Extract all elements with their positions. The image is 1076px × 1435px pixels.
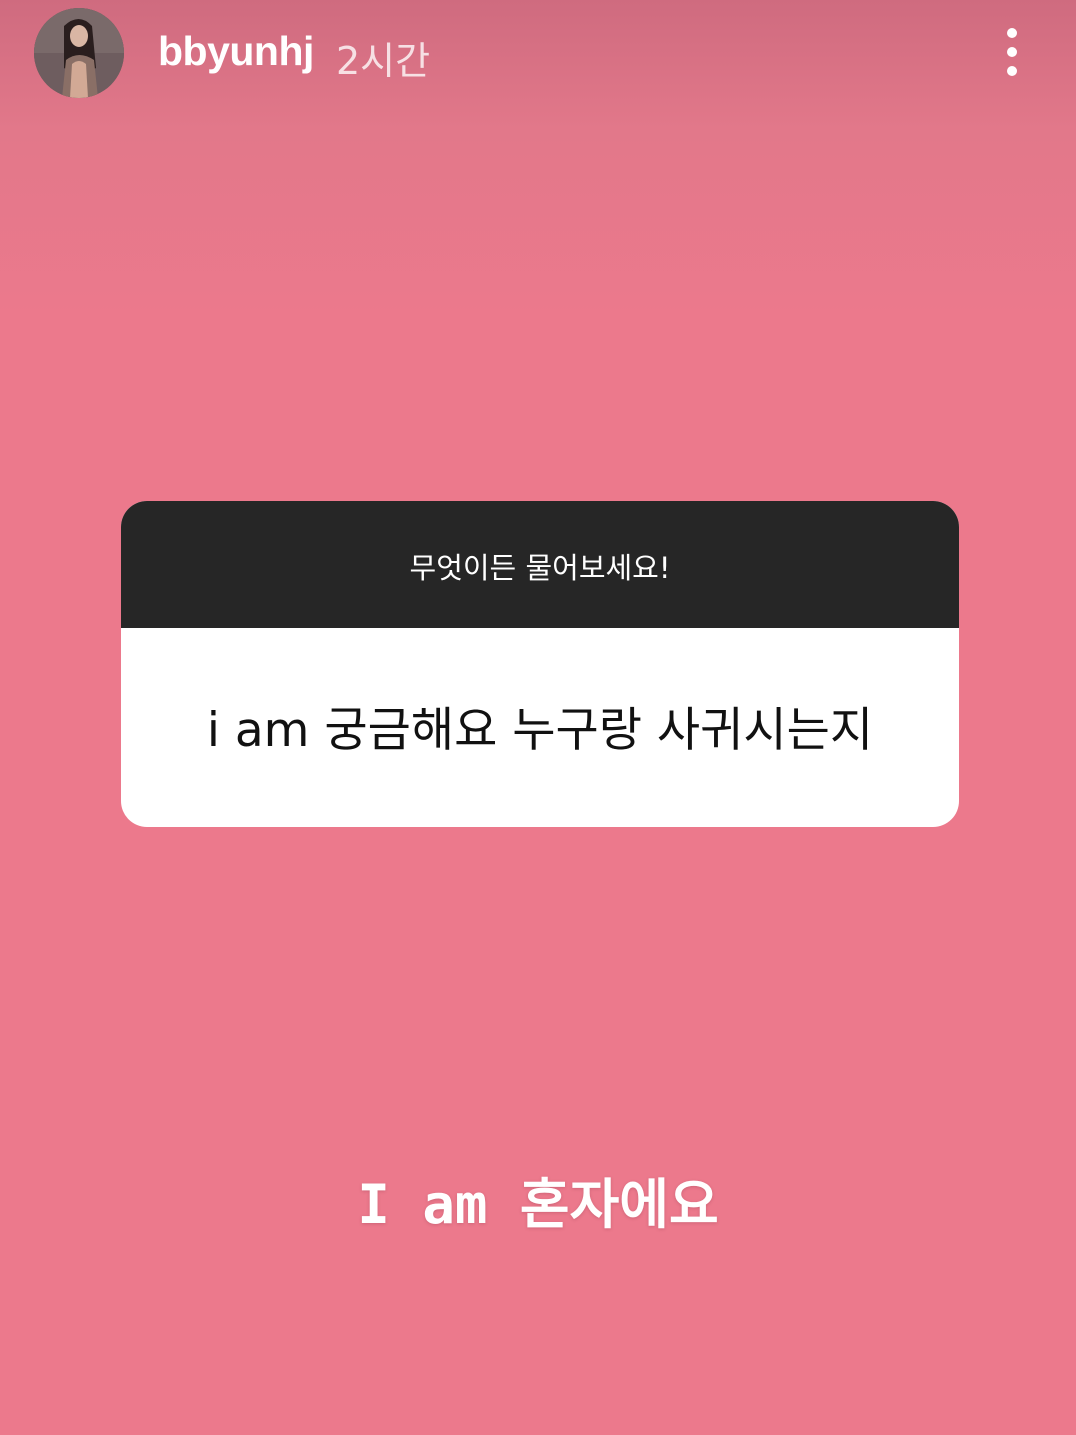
more-options-button[interactable] — [990, 22, 1034, 82]
question-sticker[interactable]: 무엇이든 물어보세요! i am 궁금해요 누구랑 사귀시는지 — [121, 501, 959, 827]
avatar-image — [34, 8, 124, 98]
question-sticker-prompt: 무엇이든 물어보세요! — [409, 550, 671, 585]
more-vertical-icon — [1007, 66, 1017, 76]
more-vertical-icon — [1007, 28, 1017, 38]
question-sticker-body: i am 궁금해요 누구랑 사귀시는지 — [121, 628, 959, 827]
story-timestamp: 2시간 — [336, 39, 431, 83]
story-header: bbyunhj 2시간 — [0, 0, 1076, 110]
more-vertical-icon — [1007, 47, 1017, 57]
story-username[interactable]: bbyunhj — [158, 28, 314, 75]
question-sticker-header: 무엇이든 물어보세요! — [121, 501, 959, 628]
answer-text: I am 혼자에요 — [357, 1173, 719, 1236]
question-text: i am 궁금해요 누구랑 사귀시는지 — [206, 703, 874, 758]
profile-avatar[interactable] — [34, 8, 124, 98]
